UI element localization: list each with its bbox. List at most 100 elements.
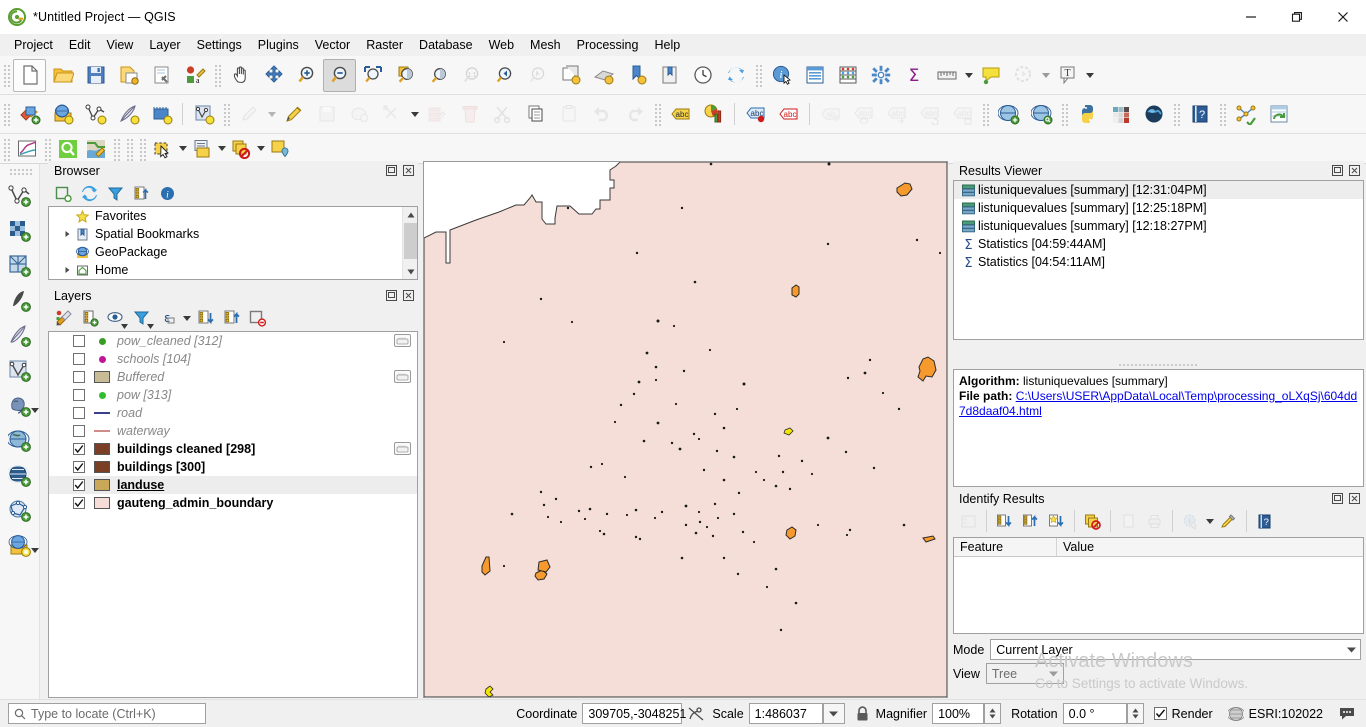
toggle-editing-button[interactable]: [277, 98, 310, 131]
collapse-all-icon[interactable]: [1018, 509, 1043, 533]
zoom-native-resolution-button[interactable]: 1:1: [455, 59, 488, 92]
show-bookmarks-button[interactable]: [653, 59, 686, 92]
browser-vertical-scrollbar[interactable]: [402, 207, 417, 279]
toolbar-grip-sel2[interactable]: [125, 136, 134, 161]
show-unplaced-labels-button[interactable]: [1007, 59, 1040, 92]
rotation-input[interactable]: 0.0 °: [1062, 703, 1127, 724]
refresh-attribute-table-button[interactable]: [1262, 98, 1295, 131]
select-features-button[interactable]: [149, 136, 177, 162]
quick-search-button[interactable]: [54, 136, 82, 162]
add-wfs-layer-side-button[interactable]: [3, 458, 37, 493]
expand-new-results-icon[interactable]: [992, 509, 1017, 533]
layer-visibility-checkbox[interactable]: [73, 353, 85, 365]
menu-mesh[interactable]: Mesh: [522, 35, 569, 55]
filepath-link[interactable]: C:\Users\USER\AppData\Local\Temp\process…: [959, 389, 1357, 418]
copy-icon[interactable]: [1116, 509, 1141, 533]
chevron-right-icon[interactable]: [61, 230, 73, 238]
toolbar-grip-digitizing[interactable]: [222, 102, 231, 126]
coordinate-input[interactable]: 309705,-3048251: [582, 703, 686, 724]
vertex-tool-button[interactable]: [376, 98, 409, 131]
layer-row[interactable]: Buffered: [49, 368, 417, 386]
layer-edit-buffer-icon[interactable]: [394, 442, 411, 455]
paste-features-button[interactable]: [552, 98, 585, 131]
magnifier-input[interactable]: 100%: [932, 703, 985, 724]
statistical-summary-button[interactable]: Σ: [897, 59, 930, 92]
zoom-in-button[interactable]: [290, 59, 323, 92]
copy-features-button[interactable]: [519, 98, 552, 131]
current-edits-button[interactable]: [233, 98, 266, 131]
zoom-to-selection-button[interactable]: [389, 59, 422, 92]
lock-icon[interactable]: [855, 705, 870, 722]
add-postgis-layer-side-button[interactable]: [3, 388, 39, 423]
unplaced-labels-caret[interactable]: [1040, 59, 1051, 92]
measure-line-button[interactable]: [930, 59, 963, 92]
filter-legend-icon[interactable]: [129, 306, 154, 330]
layer-row[interactable]: pow_cleaned [312]: [49, 332, 417, 350]
browser-collapse-all-icon[interactable]: [129, 181, 154, 205]
scroll-up-arrow-icon[interactable]: [403, 207, 417, 222]
layer-row[interactable]: gauteng_admin_boundary: [49, 494, 417, 512]
toggle-extents-icon[interactable]: [688, 706, 704, 722]
add-vector-layer-side-button[interactable]: [3, 178, 37, 213]
menu-project[interactable]: Project: [6, 35, 61, 55]
browser-float-button[interactable]: [384, 163, 399, 178]
current-edits-caret[interactable]: [266, 98, 277, 131]
layer-row[interactable]: landuse: [49, 476, 417, 494]
browser-refresh-icon[interactable]: [77, 181, 102, 205]
print-icon[interactable]: [1142, 509, 1167, 533]
move-label-right-button[interactable]: abc: [880, 98, 913, 131]
layer-row[interactable]: road: [49, 404, 417, 422]
zoom-next-button[interactable]: [521, 59, 554, 92]
zoom-to-layer-button[interactable]: [422, 59, 455, 92]
menu-raster[interactable]: Raster: [358, 35, 411, 55]
layer-row[interactable]: waterway: [49, 422, 417, 440]
identify-float-button[interactable]: [1330, 491, 1345, 506]
select-by-expression-button[interactable]: [188, 136, 216, 162]
new-virtual-layer-button[interactable]: [187, 98, 220, 131]
identify-settings-caret[interactable]: [1204, 509, 1215, 533]
data-plotly-button[interactable]: [13, 136, 41, 162]
expand-tree-icon[interactable]: [956, 509, 981, 533]
menu-layer[interactable]: Layer: [141, 35, 188, 55]
menu-web[interactable]: Web: [481, 35, 522, 55]
style-manager-button[interactable]: a: [178, 59, 211, 92]
add-vector-layer-button[interactable]: [79, 98, 112, 131]
column-header-value[interactable]: Value: [1057, 538, 1363, 556]
close-button[interactable]: [1320, 0, 1366, 34]
add-delimited-text-layer-side-button[interactable]: [3, 283, 37, 318]
zoom-out-button[interactable]: [323, 58, 356, 92]
python-console-button[interactable]: [1071, 98, 1104, 131]
rotate-label-button[interactable]: abc: [913, 98, 946, 131]
plugin-grid-button[interactable]: [1104, 98, 1137, 131]
manage-visibility-icon[interactable]: [103, 306, 128, 330]
locator-search-input[interactable]: Type to locate (Ctrl+K): [8, 703, 206, 724]
deselect-features-button[interactable]: [227, 136, 255, 162]
processing-toolbox-button[interactable]: [864, 59, 897, 92]
add-feature-button[interactable]: [343, 98, 376, 131]
toolbar-grip-label[interactable]: [653, 102, 662, 126]
toolbar-grip-search[interactable]: [43, 136, 52, 161]
layer-visibility-checkbox[interactable]: [73, 407, 85, 419]
layers-close-button[interactable]: [401, 288, 416, 303]
cut-features-button[interactable]: [486, 98, 519, 131]
add-wcs-layer-side-button[interactable]: [3, 493, 37, 528]
new-project-button[interactable]: [13, 58, 46, 92]
browser-item-geopackage[interactable]: GeoPackage: [49, 243, 417, 261]
open-data-source-manager-button[interactable]: [13, 98, 46, 131]
menu-edit[interactable]: Edit: [61, 35, 99, 55]
open-attribute-table-button[interactable]: [798, 59, 831, 92]
remove-layer-icon[interactable]: [245, 306, 270, 330]
add-spatialite-layer-side-button[interactable]: [3, 318, 37, 353]
scale-dropdown-button[interactable]: [822, 703, 845, 724]
browser-tree[interactable]: Favorites Spatial Bookmarks GeoPackage H…: [48, 206, 418, 280]
chevron-down-icon[interactable]: [1342, 640, 1360, 659]
identify-view-select[interactable]: Tree: [985, 663, 1064, 684]
layer-visibility-checkbox[interactable]: [73, 479, 85, 491]
result-row[interactable]: Σ Statistics [04:59:44AM]: [954, 235, 1363, 253]
layer-edit-buffer-icon[interactable]: [394, 370, 411, 383]
results-viewer-float-button[interactable]: [1330, 163, 1345, 178]
clear-results-icon[interactable]: [1080, 509, 1105, 533]
expand-all-icon[interactable]: [193, 306, 218, 330]
save-project-as-button[interactable]: [112, 59, 145, 92]
identify-mode-select[interactable]: Current Layer: [990, 639, 1361, 660]
